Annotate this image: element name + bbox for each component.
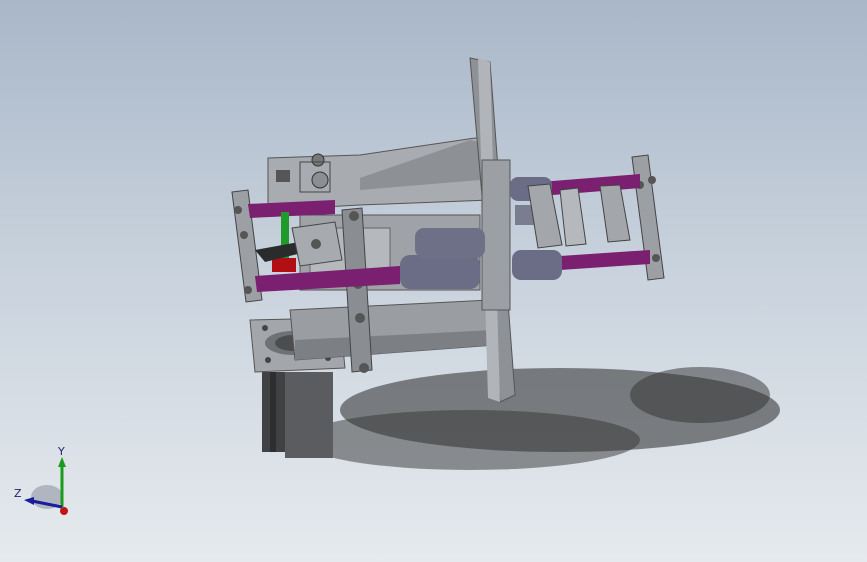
red-coupling[interactable]	[272, 258, 296, 272]
lever-arm[interactable]	[255, 221, 343, 267]
lower-block[interactable]	[289, 299, 496, 361]
right-sliders[interactable]	[527, 183, 631, 249]
motor-body[interactable]	[262, 372, 333, 458]
triad-z-label: Z	[14, 487, 22, 500]
model-shadow	[300, 367, 780, 470]
graphics-viewport[interactable]: Y Z	[0, 0, 867, 562]
cad-model-scene[interactable]	[0, 0, 867, 562]
triad-axes	[24, 457, 68, 515]
triad-y-label: Y	[58, 445, 65, 458]
upper-bracket[interactable]	[267, 137, 491, 211]
view-triad[interactable]: Y Z	[14, 445, 84, 520]
